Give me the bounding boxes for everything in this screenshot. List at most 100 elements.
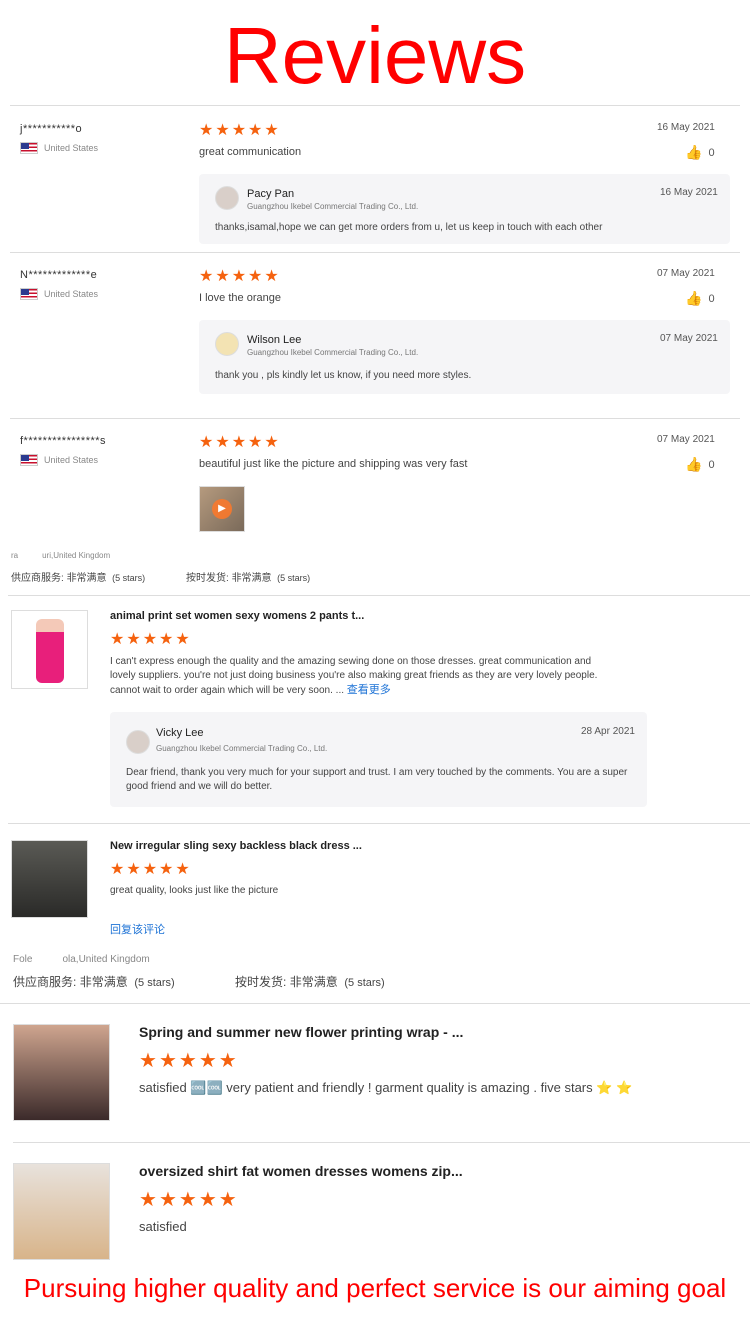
see-more-link[interactable]: 查看更多 <box>347 684 391 696</box>
supplier-service-rating: 供应商服务: 非常满意 (5 stars) <box>13 973 175 990</box>
review-text: beautiful just like the picture and ship… <box>199 458 468 470</box>
service-label: 供应商服务: <box>13 975 77 989</box>
reviewer-name: f****************s <box>20 435 107 447</box>
reply-date: 07 May 2021 <box>660 333 718 344</box>
product-image[interactable] <box>13 1024 110 1121</box>
thumbs-up-icon: 👍 <box>685 456 703 472</box>
play-icon: ▶ <box>212 499 232 519</box>
like-count: 0 <box>708 458 715 471</box>
star-icon: ★ <box>199 268 214 285</box>
thumbs-up-icon: 👍 <box>685 144 703 160</box>
review-text: I love the orange <box>199 292 281 304</box>
ship-stars: (5 stars) <box>344 977 385 989</box>
ship-stars: (5 stars) <box>277 573 311 583</box>
reply-review-link[interactable]: 回复该评论 <box>110 921 165 937</box>
review-text: great quality, looks just like the pictu… <box>110 885 279 896</box>
star-rating: ★ ★ ★ ★ ★ <box>199 123 279 139</box>
seller-reply: Pacy Pan Guangzhou Ikebel Commercial Tra… <box>199 174 730 244</box>
product-image[interactable] <box>11 610 88 689</box>
star-icon: ★ <box>231 434 247 451</box>
ship-value: 非常满意 <box>231 573 272 584</box>
review-video-thumbnail[interactable]: ▶ <box>199 486 245 532</box>
star-icon: ★ <box>110 631 125 648</box>
star-rating: ★ ★ ★ ★ ★ <box>199 269 279 285</box>
us-flag-icon <box>20 454 38 466</box>
review-text: great communication <box>199 146 302 158</box>
reply-company: Guangzhou Ikebel Commercial Trading Co.,… <box>156 744 328 753</box>
star-icon: ★ <box>215 434 230 451</box>
reply-company: Guangzhou Ikebel Commercial Trading Co.,… <box>247 348 419 357</box>
page-title: Reviews <box>223 11 527 100</box>
star-icon: ★ <box>139 1050 157 1072</box>
dress-figure <box>36 619 64 683</box>
star-icon: ★ <box>126 631 141 648</box>
product-image[interactable] <box>11 840 88 918</box>
star-icon: ★ <box>264 434 279 451</box>
star-icon: ★ <box>215 268 230 285</box>
star-icon: ★ <box>175 631 190 648</box>
star-icon: ★ <box>248 434 263 451</box>
thumbs-up-icon: 👍 <box>685 290 703 306</box>
product-image[interactable] <box>13 1163 110 1260</box>
review-text: I can't express enough the quality and t… <box>110 655 610 698</box>
avatar <box>215 186 239 210</box>
service-stars: (5 stars) <box>112 573 146 583</box>
seller-reply: Vicky Lee Guangzhou Ikebel Commercial Tr… <box>110 712 647 807</box>
star-icon: ★ <box>159 861 174 878</box>
star-icon: ★ <box>178 1050 197 1072</box>
star-icon: ★ <box>158 1189 177 1211</box>
country-label: United States <box>44 455 99 465</box>
product-title[interactable]: New irregular sling sexy backless black … <box>110 840 362 852</box>
reply-company: Guangzhou Ikebel Commercial Trading Co.,… <box>247 202 419 211</box>
star-rating: ★ ★ ★ ★ ★ <box>139 1051 237 1071</box>
reviewer-country: United States <box>20 288 98 300</box>
review-date: 07 May 2021 <box>657 268 715 279</box>
like-button[interactable]: 👍 0 <box>685 456 715 473</box>
divider <box>13 1142 750 1143</box>
star-rating: ★ ★ ★ ★ ★ <box>139 1190 237 1210</box>
seller-reply: Wilson Lee Guangzhou Ikebel Commercial T… <box>199 320 730 394</box>
us-flag-icon <box>20 142 38 154</box>
reply-text: thanks,isamal,hope we can get more order… <box>215 222 603 233</box>
star-icon: ★ <box>126 861 141 878</box>
star-icon: ★ <box>248 122 263 139</box>
product-title[interactable]: animal print set women sexy womens 2 pan… <box>110 610 364 622</box>
star-icon: ★ <box>231 268 247 285</box>
star-icon: ★ <box>159 631 174 648</box>
star-icon: ★ <box>199 122 214 139</box>
product-title[interactable]: oversized shirt fat women dresses womens… <box>139 1163 463 1179</box>
shipping-rating: 按时发货: 非常满意 (5 stars) <box>235 973 385 990</box>
review-date: 16 May 2021 <box>657 122 715 133</box>
service-value: 非常满意 <box>79 975 128 989</box>
star-rating: ★ ★ ★ ★ ★ <box>110 862 190 878</box>
footer-slogan: Pursuing higher quality and perfect serv… <box>23 1273 727 1303</box>
star-icon: ★ <box>198 1189 217 1211</box>
divider <box>10 418 740 419</box>
ship-label: 按时发货: <box>235 975 287 989</box>
star-icon: ★ <box>142 861 158 878</box>
product-title[interactable]: Spring and summer new flower printing wr… <box>139 1024 463 1040</box>
review-text: satisfied 🆒🆒 very patient and friendly !… <box>139 1080 633 1095</box>
like-count: 0 <box>708 292 715 305</box>
reviewer-name: j***********o <box>20 123 83 135</box>
star-icon: ★ <box>264 268 279 285</box>
reply-date: 16 May 2021 <box>660 187 718 198</box>
star-icon: ★ <box>264 122 279 139</box>
service-stars: (5 stars) <box>134 977 175 989</box>
star-icon: ★ <box>175 861 190 878</box>
reply-author: Wilson Lee <box>247 334 302 346</box>
like-button[interactable]: 👍 0 <box>685 290 715 307</box>
reply-author: Pacy Pan <box>247 188 295 200</box>
star-icon: ★ <box>158 1050 177 1072</box>
reviewer-country: United States <box>20 454 98 466</box>
star-rating: ★ ★ ★ ★ ★ <box>199 435 279 451</box>
buyer-location: ra uri,United Kingdom <box>11 551 111 560</box>
reviewer-name: N*************e <box>20 269 98 281</box>
reviewer-country: United States <box>20 142 98 154</box>
divider <box>8 595 750 596</box>
like-button[interactable]: 👍 0 <box>685 144 715 161</box>
divider <box>10 252 740 253</box>
star-icon: ★ <box>215 122 230 139</box>
star-icon: ★ <box>139 1189 157 1211</box>
reply-author: Vicky Lee <box>156 727 204 739</box>
